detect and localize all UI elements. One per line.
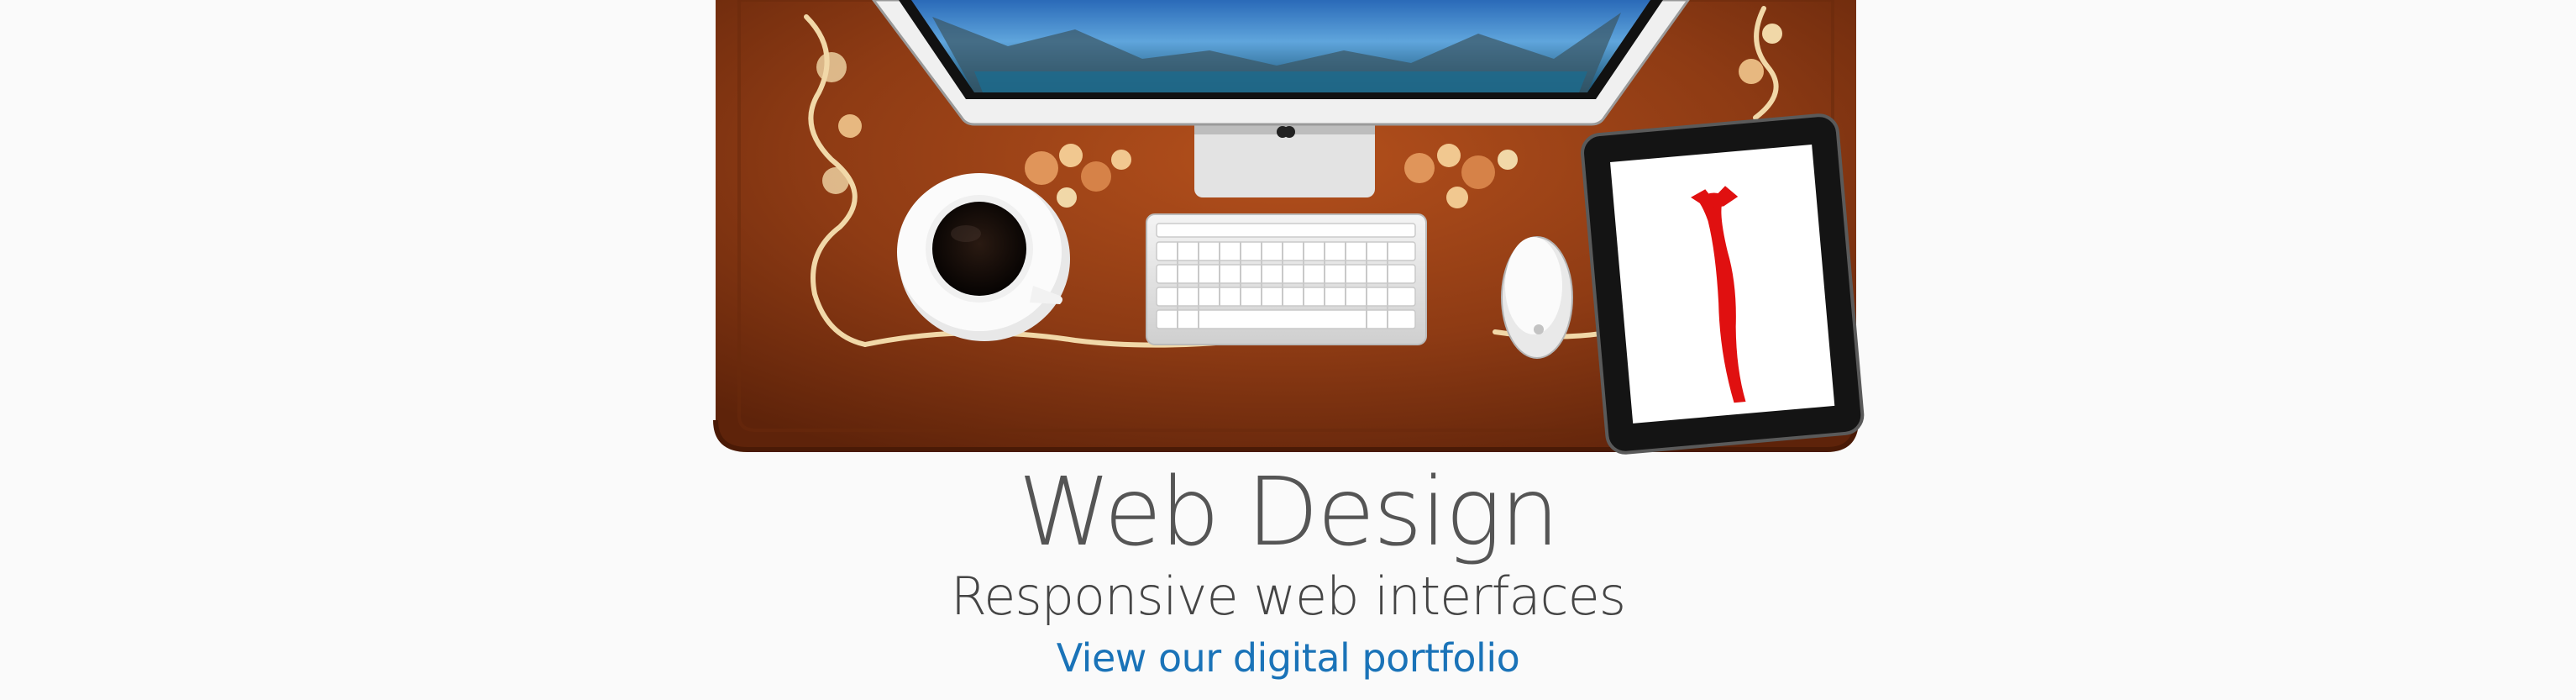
hero-section: Web Design Responsive web interfaces Vie… [0,0,2576,700]
mouse-icon [1501,236,1573,359]
page-subtitle: Responsive web interfaces [950,566,1626,627]
tablet-icon [1581,113,1865,455]
keyboard-icon [1146,213,1427,345]
page-title: Web Design [1018,458,1560,567]
portfolio-link[interactable]: View our digital portfolio [0,629,2576,687]
apple-logo-icon [1277,126,1295,138]
